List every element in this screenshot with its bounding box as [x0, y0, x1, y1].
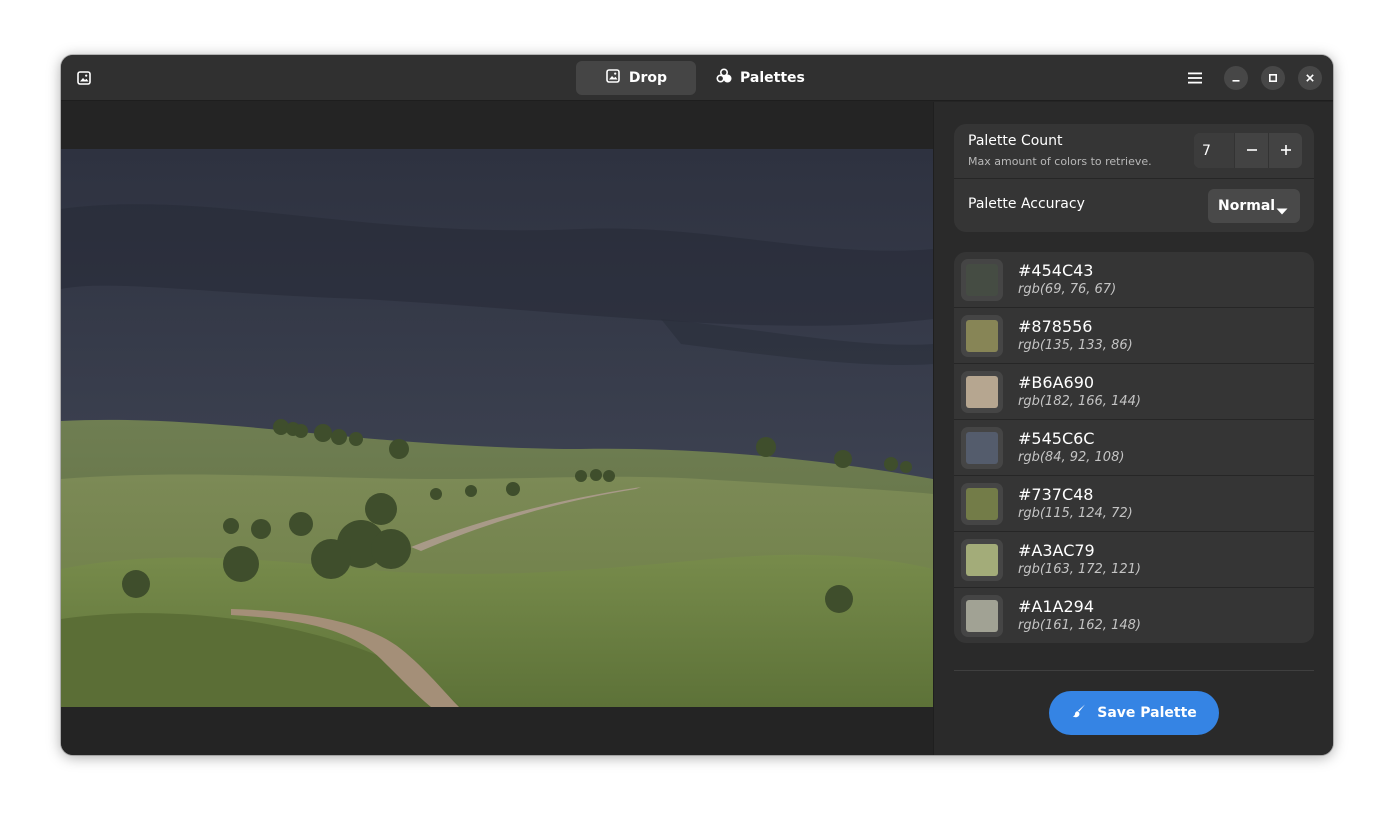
palette-count-title: Palette Count [968, 133, 1063, 149]
image-menu-icon[interactable] [70, 64, 98, 92]
tab-drop-label: Drop [628, 70, 668, 86]
color-swatch [966, 544, 998, 576]
palette-list: #454C43 rgb(69, 76, 67) #878556 rgb(135,… [954, 252, 1314, 643]
minimize-icon[interactable] [1224, 66, 1248, 90]
settings-card: Palette Count Max amount of colors to re… [954, 124, 1314, 232]
color-rgb: rgb(69, 76, 67) [1018, 282, 1117, 297]
image-icon [605, 68, 621, 88]
save-palette-button[interactable]: Save Palette [1049, 691, 1219, 735]
color-swatch-well [961, 371, 1003, 413]
palette-icon [716, 68, 732, 88]
color-rgb: rgb(84, 92, 108) [1018, 450, 1125, 465]
tab-palettes[interactable]: Palettes [698, 61, 823, 95]
palette-accuracy-value: Normal [1218, 198, 1276, 214]
color-rgb: rgb(182, 166, 144) [1018, 394, 1141, 409]
color-swatch [966, 600, 998, 632]
color-rgb: rgb(161, 162, 148) [1018, 618, 1141, 633]
color-row[interactable]: #545C6C rgb(84, 92, 108) [954, 420, 1314, 475]
maximize-icon[interactable] [1261, 66, 1285, 90]
color-swatch-well [961, 259, 1003, 301]
view-switcher: Drop Palettes [576, 61, 823, 95]
color-swatch [966, 320, 998, 352]
color-swatch [966, 488, 998, 520]
app-window: Drop Palettes Palette Count Max amount o… [61, 55, 1333, 755]
palette-accuracy-row: Palette Accuracy Normal [954, 179, 1314, 232]
dropdown-arrow-icon [1276, 203, 1288, 219]
image-drop-area[interactable] [61, 102, 933, 755]
palette-accuracy-dropdown[interactable]: Normal [1208, 189, 1300, 223]
palette-count-subtitle: Max amount of colors to retrieve. [968, 155, 1152, 168]
palette-count-spinbutton: 7 [1194, 133, 1302, 168]
color-row[interactable]: #878556 rgb(135, 133, 86) [954, 308, 1314, 363]
color-swatch-well [961, 483, 1003, 525]
minus-icon [1246, 141, 1258, 160]
header-bar: Drop Palettes [61, 55, 1333, 101]
landscape-photo [61, 149, 933, 707]
save-separator [954, 670, 1314, 671]
hamburger-menu-icon[interactable] [1181, 64, 1209, 92]
color-rgb: rgb(135, 133, 86) [1018, 338, 1133, 353]
color-swatch [966, 264, 998, 296]
plus-icon [1280, 141, 1292, 160]
color-swatch-well [961, 315, 1003, 357]
color-hex: #878556 [1018, 317, 1093, 336]
sidebar: Palette Count Max amount of colors to re… [933, 102, 1333, 755]
tab-drop[interactable]: Drop [576, 61, 696, 95]
color-hex: #A1A294 [1018, 597, 1095, 616]
color-row[interactable]: #A3AC79 rgb(163, 172, 121) [954, 532, 1314, 587]
color-swatch-well [961, 595, 1003, 637]
color-swatch [966, 376, 998, 408]
color-row[interactable]: #737C48 rgb(115, 124, 72) [954, 476, 1314, 531]
color-swatch-well [961, 427, 1003, 469]
palette-accuracy-title: Palette Accuracy [968, 196, 1085, 212]
color-hex: #454C43 [1018, 261, 1094, 280]
decrease-button[interactable] [1234, 133, 1268, 168]
color-row[interactable]: #454C43 rgb(69, 76, 67) [954, 252, 1314, 307]
color-row[interactable]: #B6A690 rgb(182, 166, 144) [954, 364, 1314, 419]
color-hex: #737C48 [1018, 485, 1094, 504]
color-swatch-well [961, 539, 1003, 581]
close-icon[interactable] [1298, 66, 1322, 90]
palette-count-input[interactable]: 7 [1194, 133, 1234, 168]
color-row[interactable]: #A1A294 rgb(161, 162, 148) [954, 588, 1314, 643]
color-hex: #B6A690 [1018, 373, 1095, 392]
color-rgb: rgb(163, 172, 121) [1018, 562, 1141, 577]
save-palette-label: Save Palette [1097, 705, 1197, 721]
color-rgb: rgb(115, 124, 72) [1018, 506, 1133, 521]
color-swatch [966, 432, 998, 464]
increase-button[interactable] [1268, 133, 1302, 168]
brush-icon [1071, 703, 1087, 723]
tab-palettes-label: Palettes [740, 70, 805, 86]
color-hex: #A3AC79 [1018, 541, 1095, 560]
color-hex: #545C6C [1018, 429, 1095, 448]
palette-count-row: Palette Count Max amount of colors to re… [954, 124, 1314, 178]
